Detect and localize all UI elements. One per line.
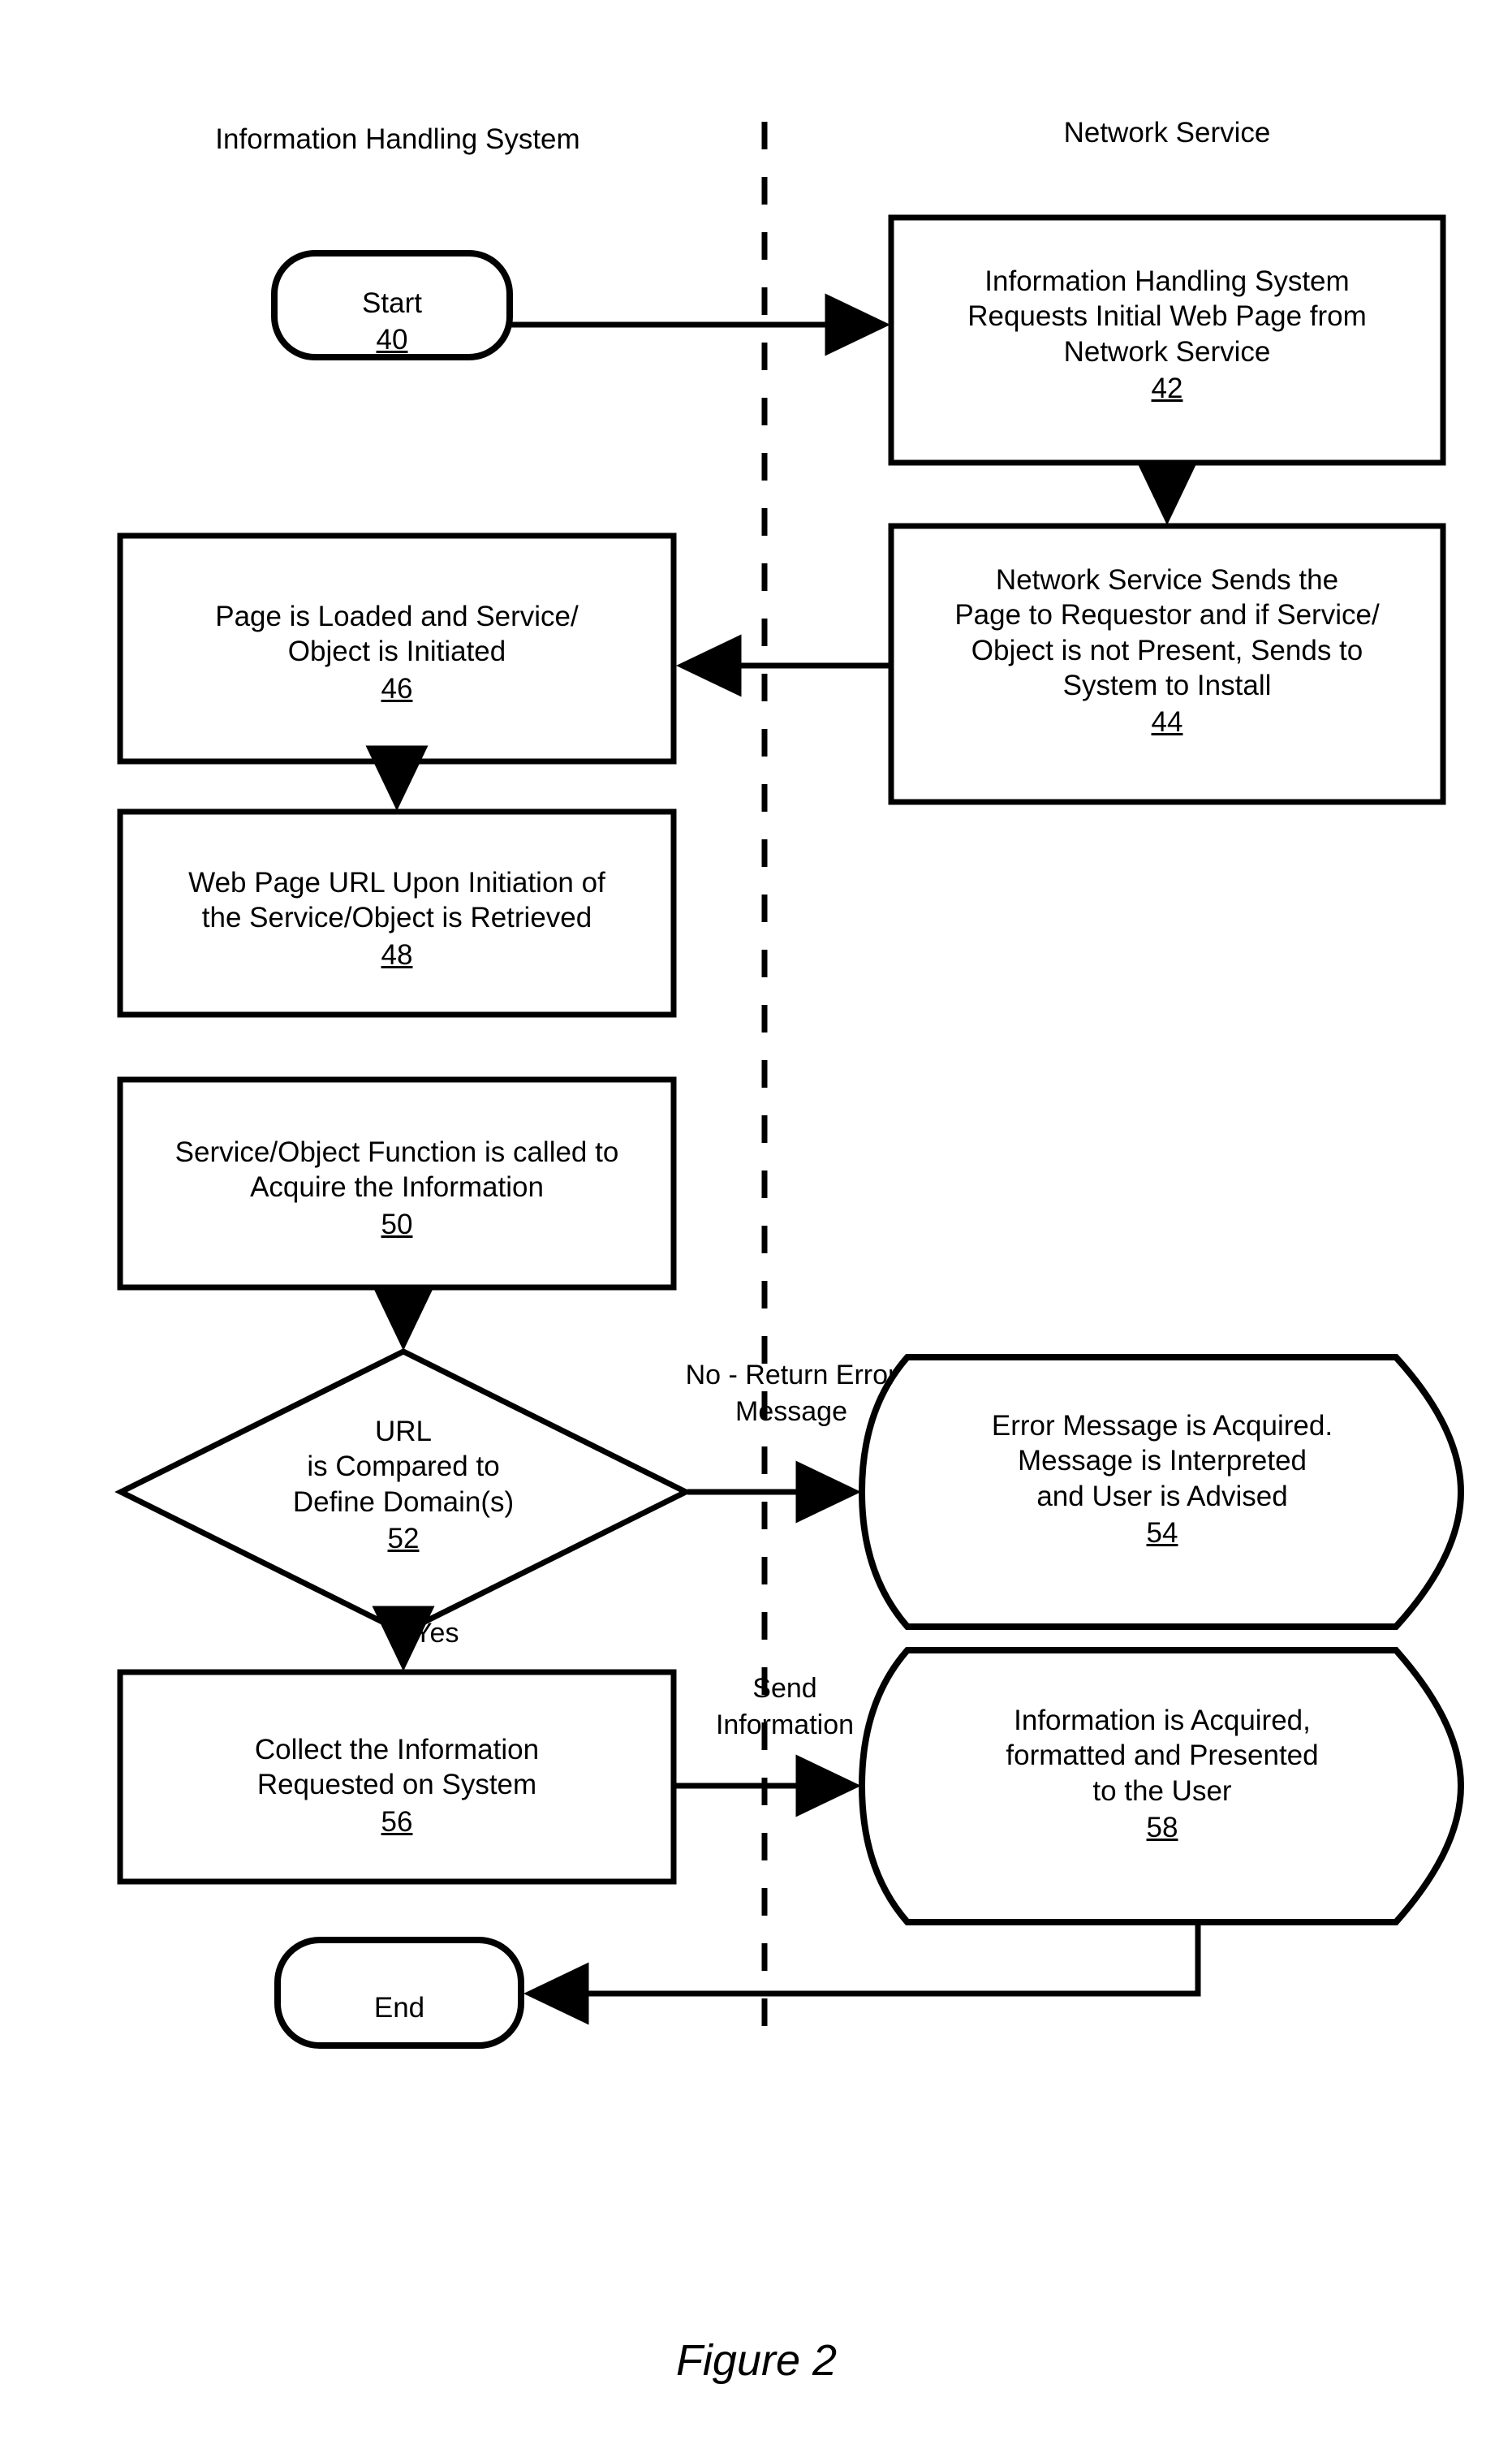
node-text-start: Start <box>362 287 422 319</box>
node-label-end: End <box>278 1974 521 2025</box>
node-text-collect-information: Collect the Information Requested on Sys… <box>254 1733 540 1801</box>
edge-label-yes: Yes <box>414 1618 459 1649</box>
node-label-request-initial-page: Information Handling System Requests Ini… <box>891 248 1443 422</box>
node-label-function-called: Service/Object Function is called to Acq… <box>120 1119 674 1258</box>
node-number-request-initial-page: 42 <box>1151 373 1183 404</box>
node-text-information-presented: Information is Acquired, formatted and P… <box>1006 1704 1319 1807</box>
node-label-url-retrieved: Web Page URL Upon Initiation of the Serv… <box>120 849 674 989</box>
node-number-page-loaded: 46 <box>381 672 413 705</box>
node-number-url-compared: 52 <box>387 1523 420 1554</box>
swimlane-title-network-service: Network Service <box>1063 117 1271 149</box>
node-number-start: 40 <box>376 324 408 356</box>
node-label-error-message-acquired: Error Message is Acquired. Message is In… <box>878 1392 1446 1567</box>
edge-label-send-information: Send Information <box>715 1673 855 1740</box>
node-label-start: Start 40 <box>274 269 510 373</box>
node-text-request-initial-page: Information Handling System Requests Ini… <box>967 265 1367 368</box>
node-text-network-sends-page: Network Service Sends the Page to Reques… <box>954 563 1380 701</box>
edge-label-no-return-error: No - Return Error Message <box>685 1360 898 1427</box>
node-number-network-sends-page: 44 <box>1151 706 1183 739</box>
node-number-url-retrieved: 48 <box>381 938 413 971</box>
node-text-page-loaded: Page is Loaded and Service/ Object is In… <box>215 600 579 668</box>
node-label-page-loaded: Page is Loaded and Service/ Object is In… <box>120 583 674 722</box>
node-number-collect-information: 56 <box>381 1805 413 1838</box>
node-text-url-retrieved: Web Page URL Upon Initiation of the Serv… <box>188 866 605 934</box>
node-text-error-message-acquired: Error Message is Acquired. Message is In… <box>991 1409 1333 1512</box>
node-number-function-called: 50 <box>381 1208 413 1240</box>
swimlane-title-information-handling-system: Information Handling System <box>215 123 580 155</box>
node-number-information-presented: 58 <box>1146 1812 1178 1843</box>
node-label-network-sends-page: Network Service Sends the Page to Reques… <box>891 546 1443 757</box>
figure-page: Information Handling System Network Serv… <box>0 0 1512 2453</box>
figure-caption: Figure 2 <box>675 2336 838 2385</box>
node-text-url-compared: URL is Compared to Define Domain(s) <box>292 1415 515 1518</box>
node-label-information-presented: Information is Acquired, formatted and P… <box>878 1687 1446 1861</box>
node-text-function-called: Service/Object Function is called to Acq… <box>174 1136 619 1204</box>
edge-58-to-end <box>523 1924 1201 2025</box>
node-label-collect-information: Collect the Information Requested on Sys… <box>120 1716 674 1856</box>
node-label-url-compared: URL is Compared to Define Domain(s) 52 <box>160 1398 647 1572</box>
node-number-error-message-acquired: 54 <box>1146 1517 1178 1549</box>
node-text-end: End <box>373 1991 425 2024</box>
